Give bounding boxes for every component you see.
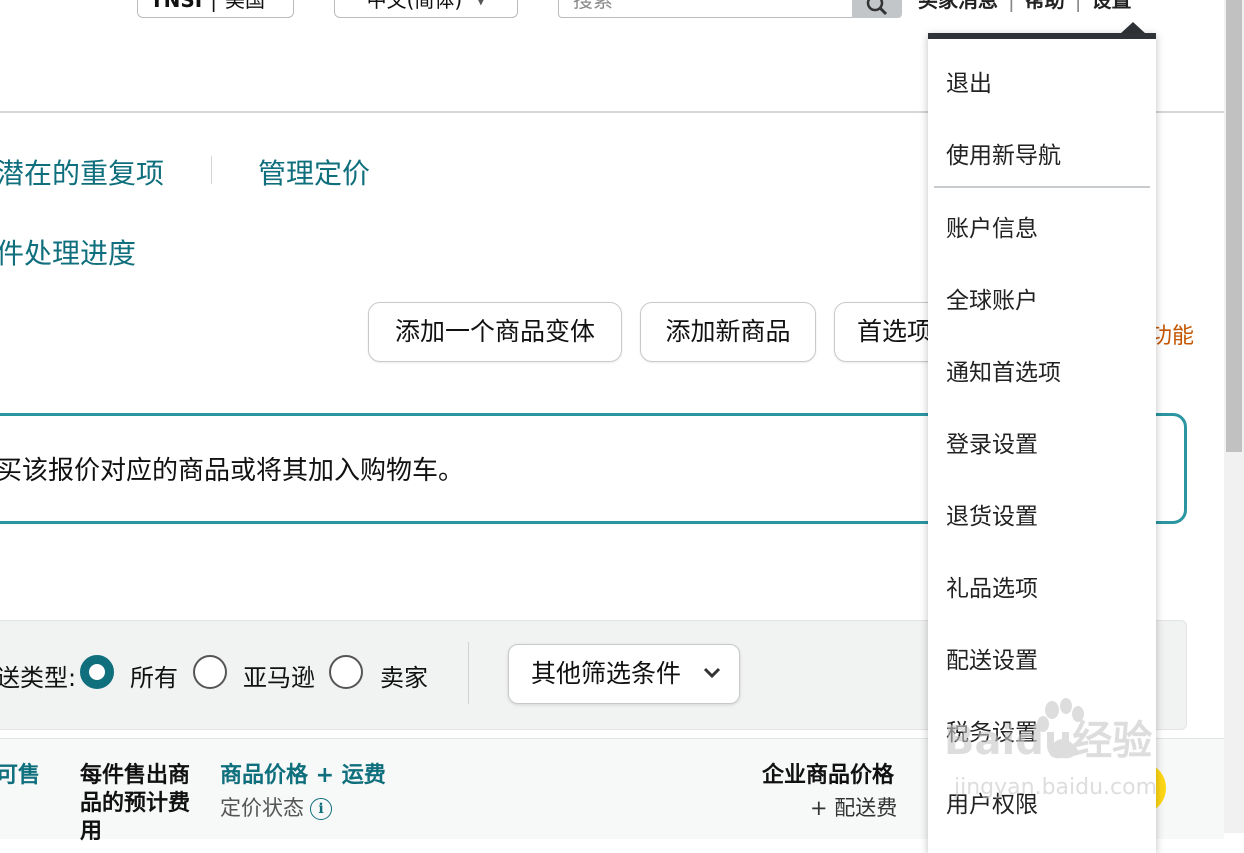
language-selector[interactable]: 中文(简体) ▼: [334, 0, 518, 18]
watermark-brand: Baidu经验: [944, 718, 1152, 764]
alert-text: 买该报价对应的商品或将其加入购物车。: [0, 456, 465, 486]
fulfillment-type-label: 送类型:: [0, 664, 77, 692]
radio-amazon-label[interactable]: 亚马逊: [243, 658, 315, 693]
menu-item-new-navigation[interactable]: 使用新导航: [946, 136, 1061, 170]
link-separator: |: [1074, 0, 1082, 12]
fee-estimate-column-header: 每件售出商品的预计费用: [80, 763, 191, 844]
radio-seller-label[interactable]: 卖家: [380, 658, 428, 693]
chevron-down-icon: [703, 667, 721, 679]
menu-item-login-settings[interactable]: 登录设置: [946, 425, 1038, 459]
header-links: 买家消息 | 帮助 | 设置: [918, 0, 1132, 12]
available-column-header[interactable]: 可售: [0, 762, 40, 790]
watermark-url: jingyan.baidu.com: [953, 775, 1157, 800]
link-separator: |: [1008, 0, 1015, 12]
menu-item-shipping-settings[interactable]: 配送设置: [946, 641, 1038, 675]
marketplace-code: TNSI: [150, 0, 203, 12]
plus-shipping-label: + 配送费: [810, 796, 898, 820]
business-price-column-header: 企业商品价格: [762, 763, 895, 788]
radio-all-label[interactable]: 所有: [130, 658, 178, 693]
pricing-status-text: 定价状态: [220, 796, 304, 820]
menu-item-logout[interactable]: 退出: [946, 64, 992, 98]
info-icon[interactable]: i: [310, 798, 332, 820]
potential-duplicates-link[interactable]: 潜在的重复项: [0, 152, 164, 192]
help-link[interactable]: 帮助: [1025, 0, 1065, 12]
radio-all[interactable]: [80, 655, 114, 689]
feature-link[interactable]: 功能: [1150, 318, 1194, 350]
processing-progress-link[interactable]: 件处理进度: [0, 232, 136, 272]
menu-item-notification-preferences[interactable]: 通知首选项: [946, 353, 1061, 387]
menu-item-gift-options[interactable]: 礼品选项: [946, 569, 1038, 603]
filter-divider: [468, 642, 469, 704]
price-shipping-column-header[interactable]: 商品价格 + 运费: [220, 762, 386, 790]
settings-link[interactable]: 设置: [1092, 0, 1132, 12]
manage-pricing-link[interactable]: 管理定价: [258, 152, 370, 192]
search-button[interactable]: [852, 0, 902, 18]
add-new-product-button[interactable]: 添加新商品: [640, 302, 816, 362]
search-input[interactable]: 搜索: [558, 0, 852, 18]
marketplace-name: 美国: [224, 0, 265, 12]
more-filters-label: 其他筛选条件: [531, 659, 682, 688]
scrollbar-thumb[interactable]: [1226, 0, 1242, 452]
radio-seller[interactable]: [329, 655, 363, 689]
marketplace-selector[interactable]: TNSI | 美国: [137, 0, 294, 18]
marketplace-sep: |: [210, 0, 217, 12]
menu-item-global-accounts[interactable]: 全球账户: [946, 281, 1038, 315]
baidu-watermark-logo: Baidu经验 jingyan.baidu.com: [944, 698, 1157, 800]
chevron-down-icon: ▼: [476, 0, 486, 7]
language-label: 中文(简体): [366, 0, 463, 12]
menu-item-return-settings[interactable]: 退货设置: [946, 497, 1038, 531]
pricing-status-label: 定价状态 i: [220, 792, 332, 822]
menu-item-account-info[interactable]: 账户信息: [946, 209, 1038, 243]
search-icon: [866, 0, 888, 16]
menu-divider: [934, 186, 1150, 188]
buyer-messages-link[interactable]: 买家消息: [918, 0, 998, 12]
radio-amazon[interactable]: [193, 655, 227, 689]
link-divider: [211, 156, 212, 184]
add-variation-button[interactable]: 添加一个商品变体: [368, 302, 622, 362]
more-filters-button[interactable]: 其他筛选条件: [508, 644, 740, 704]
